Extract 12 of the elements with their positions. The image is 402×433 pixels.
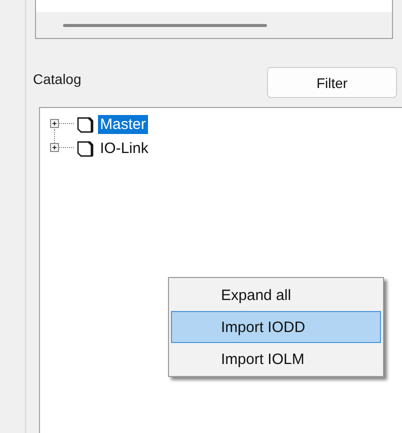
- scrollbar-thumb[interactable]: [63, 24, 267, 26]
- menu-item[interactable]: Import IOLM: [171, 343, 381, 375]
- menu-item[interactable]: Import IODD: [171, 311, 381, 343]
- menu-item[interactable]: Expand all: [171, 279, 381, 311]
- expand-icon[interactable]: [50, 119, 74, 129]
- folder-icon: [76, 139, 96, 157]
- catalog-label: Catalog: [33, 70, 82, 86]
- expand-icon[interactable]: [50, 143, 74, 153]
- tree-item[interactable]: IO-Link: [98, 138, 150, 158]
- filter-button[interactable]: Filter: [267, 67, 397, 98]
- folder-icon: [76, 115, 96, 133]
- tree-item[interactable]: Master: [98, 114, 148, 134]
